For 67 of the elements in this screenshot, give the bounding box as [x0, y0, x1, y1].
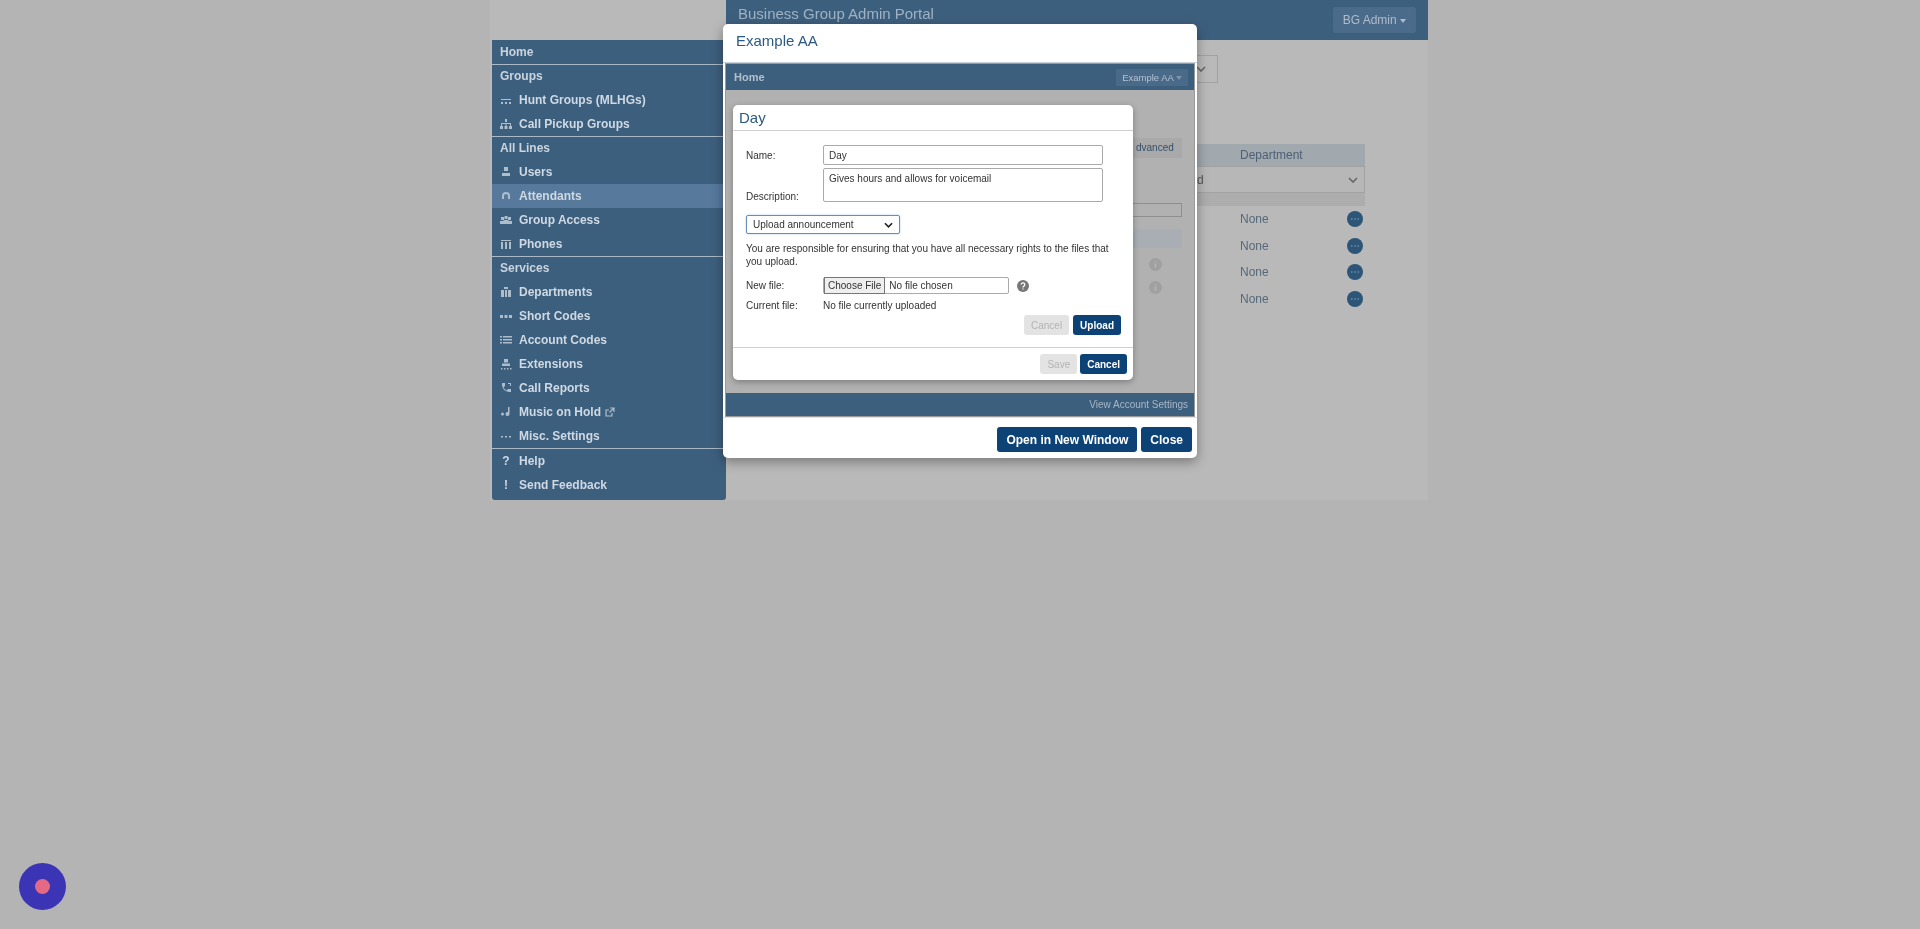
portal-title: Business Group Admin Portal [738, 5, 934, 22]
chevron-down-icon [1196, 66, 1206, 72]
sidebar-item[interactable]: Misc. Settings [492, 424, 726, 448]
table-header: Department [1197, 144, 1365, 166]
sidebar-item[interactable]: Extensions [492, 352, 726, 376]
glyph-icon: ? [500, 454, 512, 468]
list-icon [500, 334, 512, 346]
more-options-icon[interactable] [1347, 211, 1363, 228]
description-field[interactable]: Gives hours and allows for voicemail [823, 168, 1103, 202]
sidebar-item[interactable]: Music on Hold [492, 400, 726, 424]
account-settings-link[interactable]: View Account Settings [1089, 399, 1188, 410]
sidebar-heading[interactable]: Services [492, 257, 726, 280]
current-file-text: No file currently uploaded [823, 300, 937, 311]
sidebar-item[interactable]: Call Pickup Groups [492, 112, 726, 136]
table-cell: None [1240, 291, 1269, 306]
person-dots-icon [500, 358, 512, 370]
sidebar-heading[interactable]: Home [492, 41, 726, 64]
caret-icon [1400, 18, 1406, 23]
sidebar-item[interactable]: Call Reports [492, 376, 726, 400]
file-input[interactable]: Choose File No file chosen [823, 277, 1009, 294]
field-label: Current file: [746, 300, 799, 311]
sidebar-item[interactable]: Group Access [492, 208, 726, 232]
account-menu-button[interactable]: Example AA [1116, 68, 1188, 86]
field-label: Description: [746, 191, 800, 202]
sidebar-item[interactable]: ? Help [492, 449, 726, 473]
caret-icon [1176, 76, 1182, 80]
field-label: New file: [746, 280, 786, 291]
grid-icon [500, 238, 512, 250]
sidebar-heading[interactable]: All Lines [492, 137, 726, 160]
field-label: Name: [746, 149, 777, 161]
upload-button[interactable]: Upload [1073, 315, 1121, 335]
sidebar-heading[interactable]: Groups [492, 65, 726, 88]
sidebar-item[interactable]: Account Codes [492, 328, 726, 352]
sidebar-item[interactable]: Users [492, 160, 726, 184]
chevron-down-icon [1348, 176, 1358, 183]
cancel-button[interactable]: Cancel [1080, 354, 1127, 374]
filter-select[interactable]: d [1197, 166, 1365, 193]
dialog-title: Day [733, 105, 1133, 131]
more-options-icon[interactable] [1347, 237, 1363, 254]
chat-launcher-button[interactable] [19, 863, 66, 910]
table-cell: None [1240, 238, 1269, 253]
chevron-down-icon [884, 221, 893, 228]
more-options-icon[interactable] [1347, 290, 1363, 307]
sidebar-item[interactable]: Departments [492, 280, 726, 304]
building-icon [500, 286, 512, 298]
notice-text: You are responsible for ensuring that you have all necessary rights to the files that you upload. [746, 242, 1110, 268]
close-button[interactable]: Close [1141, 427, 1192, 452]
music-note-icon [500, 406, 512, 418]
network-icon [500, 118, 512, 130]
sidebar-item[interactable]: Attendants [492, 184, 726, 208]
sidebar-item[interactable]: ! Send Feedback [492, 473, 726, 497]
person-icon [500, 166, 512, 178]
help-icon[interactable] [1017, 279, 1029, 292]
people-icon [500, 214, 512, 226]
glyph-icon: ! [500, 478, 512, 492]
navbar-title[interactable]: Home [734, 71, 765, 83]
more-options-icon[interactable] [1347, 264, 1363, 281]
sidebar-item[interactable]: Hunt Groups (MLHGs) [492, 88, 726, 112]
sidebar-item[interactable]: Phones [492, 232, 726, 256]
table-cell: None [1240, 212, 1269, 227]
name-field[interactable]: Day [823, 145, 1103, 165]
open-window-button[interactable]: Open in New Window [997, 427, 1138, 452]
sidebar-item[interactable]: Short Codes [492, 304, 726, 328]
source-select[interactable]: Upload announcement [746, 215, 900, 234]
table-cell: None [1240, 265, 1269, 280]
user-menu-button[interactable]: BG Admin [1332, 7, 1416, 33]
phone-icon [500, 382, 512, 394]
